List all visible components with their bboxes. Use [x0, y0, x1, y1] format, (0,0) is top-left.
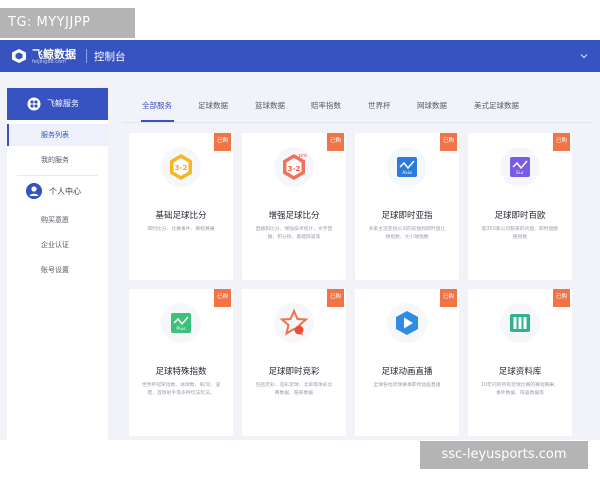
purchased-badge: 已购 — [440, 133, 457, 151]
sidebar: 飞鲸服务 服务列表 我的服务 个人中心 购买意愿 企业认证 账号设置 — [7, 88, 108, 440]
tab-basketball[interactable]: 篮球数据 — [255, 100, 285, 111]
watermark-label: ssc-leyusports.com — [420, 441, 588, 469]
sidebar-item-my-services[interactable]: 我的服务 — [7, 149, 108, 171]
purchased-badge: 已购 — [440, 289, 457, 307]
page-title: 控制台 — [94, 51, 126, 63]
purchased-badge: 已购 — [327, 289, 344, 307]
sidebar-item-certification[interactable]: 企业认证 — [7, 234, 108, 256]
card-description: 全球各地足球赛事即时动画直播 — [373, 383, 441, 388]
top-header: 飞鲸数据 feijing88.com 控制台 — [0, 40, 600, 72]
screenshot-stage: TG: MYYJJPP 飞鲸数据 feijing88.com 控制台 飞鲸服务 … — [0, 0, 600, 480]
star-ball-icon — [274, 303, 314, 343]
sidebar-head-label: 飞鲸服务 — [47, 99, 79, 108]
purchased-badge: 已购 — [327, 133, 344, 151]
service-card[interactable]: 已购 3-2 pro 增强足球比分 直播和比分、增强技术统计、文字直播、积分榜、基… — [242, 133, 346, 280]
chart-eur-icon: Eur — [500, 147, 540, 187]
card-description: 即时比分、比赛事件、赛程赛果 — [147, 227, 215, 232]
header-divider — [86, 49, 87, 63]
svg-text:3-2: 3-2 — [175, 164, 188, 172]
card-description: 超350家公司赔率的初盘、即时盘欧赔指数 — [481, 227, 559, 240]
logo-domain: feijing88.com — [32, 59, 66, 65]
card-title: 足球特殊指数 — [155, 367, 207, 377]
sidebar-item-purchase[interactable]: 购买意愿 — [7, 209, 108, 231]
card-title: 基础足球比分 — [155, 211, 207, 221]
purchased-badge: 已购 — [214, 133, 231, 151]
user-icon — [26, 183, 42, 199]
tab-tennis[interactable]: 网球数据 — [417, 100, 447, 111]
sidebar-group-label: 个人中心 — [49, 187, 81, 196]
card-description: 世界杯冠军指数、进球数、单/双、波胆、首球射手等多种玩法玩法。 — [141, 383, 221, 396]
purchased-badge: 已购 — [214, 289, 231, 307]
logo-cube-icon — [12, 49, 26, 63]
chart-plus-icon: Plus — [161, 303, 201, 343]
service-card[interactable]: 已购 足球即时竞彩 包括足彩、竞彩足球、北单等体彩比赛数据、赔率数据 — [242, 289, 346, 436]
category-tabs: 全部服务 足球数据 篮球数据 赔率指数 世界杯 网球数据 美式足球数据 — [122, 92, 592, 122]
database-icon — [500, 303, 540, 343]
service-card[interactable]: 已购 Plus 足球特殊指数 世界杯冠军指数、进球数、单/双、波胆、首球射手等多… — [129, 289, 233, 436]
service-card[interactable]: 已购 Asia 足球即时亚指 多家主流亚指公司的初盘和即时盘让球指数、大小球指数 — [355, 133, 459, 280]
card-description: 多家主流亚指公司的初盘和即时盘让球指数、大小球指数 — [368, 227, 446, 240]
purchased-badge: 已购 — [553, 289, 570, 307]
tab-football[interactable]: 足球数据 — [198, 100, 228, 111]
sidebar-item-service-list[interactable]: 服务列表 — [7, 124, 108, 146]
tab-odds[interactable]: 赔率指数 — [311, 100, 341, 111]
play-animation-icon — [387, 303, 427, 343]
card-description: 直播和比分、增强技术统计、文字直播、积分榜、基础阵容等 — [255, 227, 333, 240]
card-description: 10年内的所有足球比赛的赛程赛果、事件数据、阵容数据等 — [480, 383, 560, 396]
hexagon-3-2-icon: 3-2 — [161, 147, 201, 187]
whale-service-icon — [27, 97, 41, 111]
hexagon-pro-3-2-icon: 3-2 pro — [274, 147, 314, 187]
purchased-badge: 已购 — [553, 133, 570, 151]
card-title: 增强足球比分 — [268, 211, 320, 221]
service-card[interactable]: 已购 足球动画直播 全球各地足球赛事即时动画直播 — [355, 289, 459, 436]
sidebar-item-settings[interactable]: 账号设置 — [7, 259, 108, 281]
service-card[interactable]: 已购 足球资料库 10年内的所有足球比赛的赛程赛果、事件数据、阵容数据等 — [468, 289, 572, 436]
card-description: 包括足彩、竞彩足球、北单等体彩比赛数据、赔率数据 — [255, 383, 333, 396]
svg-text:3-2: 3-2 — [288, 165, 301, 173]
tab-world-cup[interactable]: 世界杯 — [368, 100, 391, 111]
card-title: 足球即时百欧 — [494, 211, 546, 221]
tabs-divider — [122, 122, 592, 123]
svg-text:Plus: Plus — [176, 326, 186, 332]
card-title: 足球资料库 — [498, 367, 542, 377]
card-title: 足球即时亚指 — [381, 211, 433, 221]
sidebar-head[interactable]: 飞鲸服务 — [7, 88, 108, 120]
tab-american-football[interactable]: 美式足球数据 — [474, 100, 519, 111]
service-card[interactable]: 已购 Eur 足球即时百欧 超350家公司赔率的初盘、即时盘欧赔指数 — [468, 133, 572, 280]
tab-all[interactable]: 全部服务 — [142, 100, 172, 111]
svg-text:pro: pro — [299, 153, 307, 159]
svg-text:Asia: Asia — [402, 170, 412, 176]
card-title: 足球动画直播 — [381, 367, 433, 377]
chevron-down-icon[interactable] — [578, 50, 590, 62]
svg-text:Eur: Eur — [516, 170, 524, 176]
card-title: 足球即时竞彩 — [268, 367, 320, 377]
service-card[interactable]: 已购 3-2 基础足球比分 即时比分、比赛事件、赛程赛果 — [129, 133, 233, 280]
tag-label: TG: MYYJJPP — [0, 8, 135, 38]
chart-asia-icon: Asia — [387, 147, 427, 187]
sidebar-group-personal[interactable]: 个人中心 — [7, 176, 108, 206]
